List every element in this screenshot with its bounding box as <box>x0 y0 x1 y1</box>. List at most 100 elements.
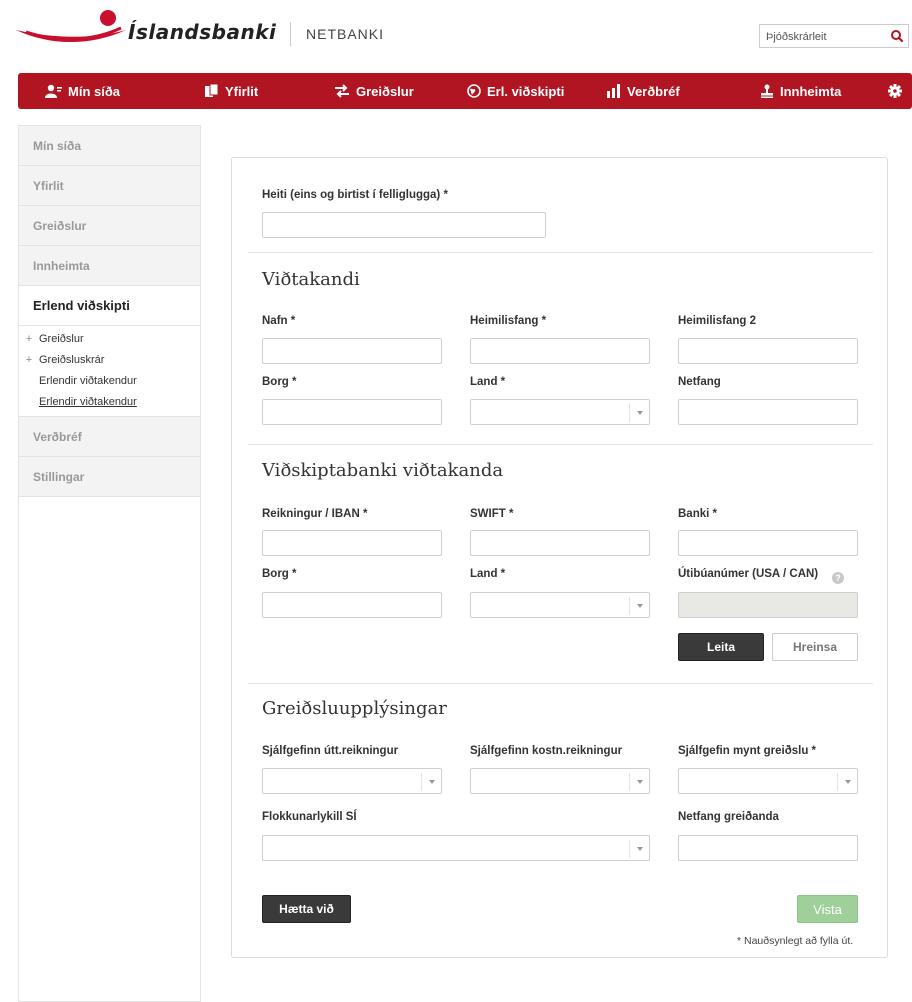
bank-field[interactable] <box>678 530 858 556</box>
help-icon[interactable]: ? <box>832 572 844 584</box>
default-account-select[interactable] <box>262 768 442 794</box>
nav-label: Mín síða <box>68 83 121 99</box>
nav-item-greidslur[interactable]: Greiðslur <box>334 73 414 109</box>
divider <box>248 683 873 684</box>
search-input[interactable] <box>766 29 886 45</box>
nav-item-min-sida[interactable]: Mín síða <box>44 73 120 109</box>
documents-icon <box>205 84 219 97</box>
nav-item-innheimta[interactable]: Innheimta <box>760 73 841 109</box>
product-name: NETBANKI <box>306 26 385 42</box>
bank-city-field[interactable] <box>262 592 442 618</box>
bank-country-label: Land * <box>470 568 506 580</box>
national-registry-search <box>759 24 909 48</box>
swift-label: SWIFT * <box>470 508 514 520</box>
account-iban-label: Reikningur / IBAN * <box>262 508 368 520</box>
recipient-form: Heiti (eins og birtist í felliglugga) * … <box>231 157 888 958</box>
swift-field[interactable] <box>470 530 650 556</box>
recipient-section-title: Viðtakandi <box>262 269 360 290</box>
recipient-address2-label: Heimilisfang 2 <box>678 315 756 327</box>
recipient-country-select[interactable] <box>470 399 650 425</box>
recipient-address-label: Heimilisfang * <box>470 315 547 327</box>
recipient-country-label: Land * <box>470 376 506 388</box>
submenu-item-erlendir-vidtakendur-active[interactable]: Erlendir viðtakendur <box>19 391 200 412</box>
nav-label: Greiðslur <box>356 83 414 99</box>
recipient-city-label: Borg * <box>262 376 297 388</box>
islandsbanki-logo[interactable] <box>16 8 126 48</box>
default-currency-label: Sjálfgefin mynt greiðslu * <box>678 745 817 757</box>
default-account-label: Sjálfgefinn útt.reikningur <box>262 745 399 757</box>
sidebar-item-yfirlit[interactable]: Yfirlit <box>19 166 200 206</box>
search-icon[interactable] <box>888 27 906 45</box>
sidebar-item-greidslur[interactable]: Greiðslur <box>19 206 200 246</box>
header-divider <box>290 22 291 46</box>
recipient-city-field[interactable] <box>262 399 442 425</box>
sidebar: Mín síða Yfirlit Greiðslur Innheimta Erl… <box>18 125 201 1002</box>
nav-label: Yfirlit <box>225 83 259 99</box>
sidebar-item-stillingar[interactable]: Stillingar <box>19 457 200 497</box>
bank-country-select[interactable] <box>470 592 650 618</box>
brand-name: Íslandsbanki <box>128 20 277 44</box>
cancel-button[interactable]: Hætta við <box>262 895 351 923</box>
nav-label: Innheimta <box>780 83 842 99</box>
display-name-field[interactable] <box>262 212 546 238</box>
chevron-down-icon <box>629 404 649 422</box>
chevron-down-icon <box>629 597 649 615</box>
sidebar-item-min-sida[interactable]: Mín síða <box>19 126 200 166</box>
gear-icon <box>888 84 902 98</box>
sidebar-item-innheimta[interactable]: Innheimta <box>19 246 200 286</box>
recipient-email-field[interactable] <box>678 399 858 425</box>
submenu-label: Erlendir viðtakendur <box>39 395 137 408</box>
branch-number-field[interactable] <box>678 592 858 618</box>
submenu-item-greidsluskrar[interactable]: + Greiðsluskrár <box>19 349 200 370</box>
bar-chart-icon <box>607 84 620 98</box>
chevron-down-icon <box>629 840 649 858</box>
default-cost-account-label: Sjálfgefinn kostn.reikningur <box>470 745 623 757</box>
main-nav: Mín síða Yfirlit Greiðslur Erl. viðskipt… <box>18 73 912 109</box>
payer-email-field[interactable] <box>678 835 858 861</box>
chevron-down-icon <box>837 773 857 791</box>
recipient-name-label: Nafn * <box>262 315 296 327</box>
default-cost-account-select[interactable] <box>470 768 650 794</box>
nav-item-erl-vidskipti[interactable]: Erl. viðskipti <box>467 73 564 109</box>
recipient-name-field[interactable] <box>262 338 442 364</box>
search-bank-button[interactable]: Leita <box>678 633 764 661</box>
chevron-down-icon <box>421 773 441 791</box>
submenu-label: Greiðslur <box>39 332 84 345</box>
display-name-label: Heiti (eins og birtist í felliglugga) * <box>262 189 448 201</box>
bank-section-title: Viðskiptabanki viðtakanda <box>262 460 504 481</box>
nav-item-yfirlit[interactable]: Yfirlit <box>205 73 258 109</box>
payment-section-title: Greiðsluupplýsingar <box>262 698 447 719</box>
transfer-arrows-icon <box>335 84 349 98</box>
nav-label: Erl. viðskipti <box>487 83 565 99</box>
sidebar-submenu: + Greiðslur + Greiðsluskrár Erlendir við… <box>19 326 200 417</box>
recipient-email-label: Netfang <box>678 376 721 388</box>
stamp-icon <box>761 84 773 98</box>
save-button[interactable]: Vista <box>797 895 858 923</box>
category-key-select[interactable] <box>262 835 650 861</box>
submenu-label: Erlendir viðtakendur <box>39 374 137 387</box>
recipient-address2-field[interactable] <box>678 338 858 364</box>
chevron-down-icon <box>629 773 649 791</box>
nav-settings[interactable] <box>888 73 902 109</box>
recipient-address-field[interactable] <box>470 338 650 364</box>
branch-number-label: Útibúanúmer (USA / CAN) <box>678 568 819 580</box>
submenu-label: Greiðsluskrár <box>39 353 105 366</box>
required-fields-note: * Nauðsynlegt að fylla út. <box>737 935 854 947</box>
account-iban-field[interactable] <box>262 530 442 556</box>
expand-icon: + <box>25 332 33 345</box>
person-icon <box>45 84 62 98</box>
submenu-item-greidslur[interactable]: + Greiðslur <box>19 328 200 349</box>
bank-city-label: Borg * <box>262 568 297 580</box>
divider <box>248 252 873 253</box>
submenu-item-erlendir-vidtakendur[interactable]: Erlendir viðtakendur <box>19 370 200 391</box>
sidebar-item-verdbref[interactable]: Verðbréf <box>19 417 200 457</box>
nav-item-verdbref[interactable]: Verðbréf <box>607 73 680 109</box>
expand-icon: + <box>25 353 33 366</box>
globe-icon <box>467 84 481 98</box>
sidebar-item-erlend-vidskipti[interactable]: Erlend viðskipti <box>19 286 200 326</box>
clear-bank-button[interactable]: Hreinsa <box>772 633 858 661</box>
default-currency-select[interactable] <box>678 768 858 794</box>
category-key-label: Flokkunarlykill SÍ <box>262 811 357 823</box>
header: Íslandsbanki NETBANKI <box>0 0 912 70</box>
payer-email-label: Netfang greiðanda <box>678 811 779 823</box>
